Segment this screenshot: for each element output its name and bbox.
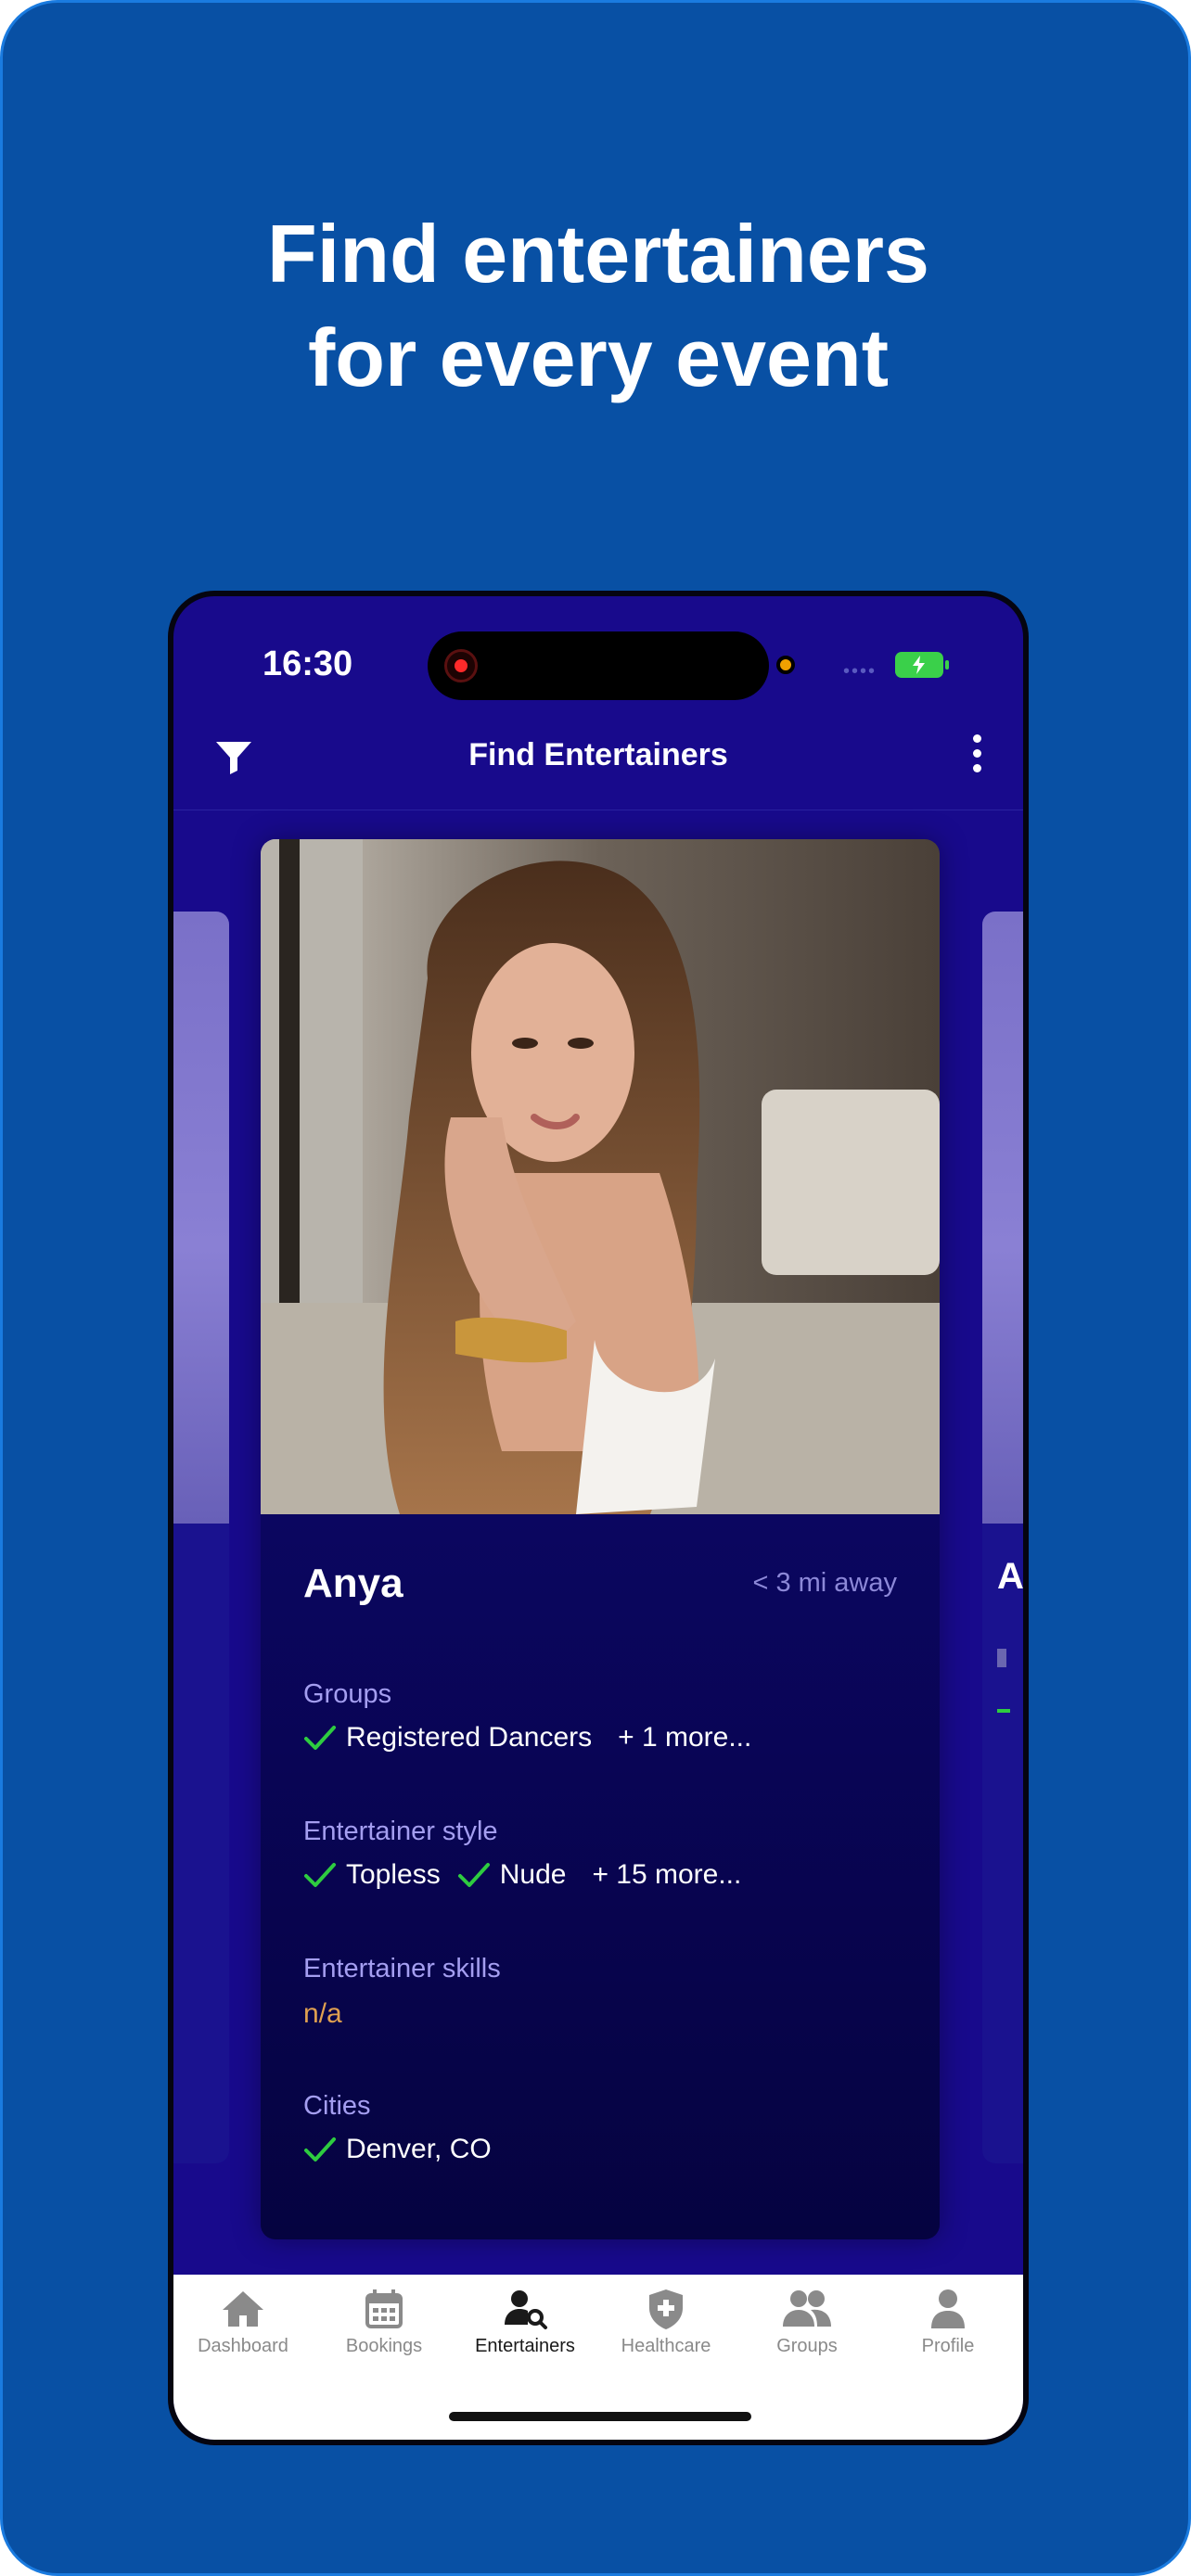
style-item: Nude [499,1859,567,1890]
phone-mockup: 16:30 •••• Find Entertainers y A [168,591,1029,2445]
style-row: Topless Nude + 15 more... [303,1859,741,1891]
group-item: Registered Dancers [346,1722,593,1753]
entertainer-photo [261,839,940,1514]
style-label: Entertainer style [303,1817,498,1846]
tab-label: Groups [776,2336,838,2356]
entertainer-name: Anya [303,1561,403,1606]
more-options-icon[interactable] [967,728,986,784]
check-icon [304,1726,336,1750]
signal-icon: •••• [843,661,877,682]
previous-card[interactable]: y [168,912,229,2163]
tab-groups[interactable]: Groups [737,2288,877,2357]
person-search-icon [505,2290,547,2329]
home-indicator[interactable] [449,2412,751,2421]
check-icon [304,2137,336,2162]
battery-icon [895,652,949,678]
skills-value: n/a [303,1998,342,2029]
person-icon [931,2289,965,2328]
headline-line-2: for every event [307,312,890,403]
tab-label: Dashboard [198,2336,288,2356]
cities-row: Denver, CO [303,2134,492,2165]
app-bar: Find Entertainers [173,708,1023,810]
headline-line-1: Find entertainers [267,208,929,300]
tab-bookings[interactable]: Bookings [314,2288,454,2357]
tab-label: Bookings [345,2336,423,2356]
people-icon [783,2290,831,2327]
recording-indicator-icon [444,649,478,682]
entertainer-card[interactable]: Anya < 3 mi away Groups Registered Dance… [261,839,940,2239]
tab-label: Healthcare [621,2336,711,2356]
dynamic-island [428,631,769,700]
check-icon [304,1863,336,1887]
tab-healthcare[interactable]: Healthcare [596,2288,736,2357]
next-card-text-fragment [997,1649,1006,1667]
next-card[interactable]: A [982,912,1024,2163]
calendar-icon [365,2289,403,2328]
tab-bar: Dashboard Bookings Entertainers Healthca… [173,2275,1023,2440]
tab-label: Profile [921,2336,975,2356]
next-card-peek-text: A [997,1556,1024,1597]
tab-entertainers[interactable]: Entertainers [455,2288,595,2357]
groups-row: Registered Dancers + 1 more... [303,1722,751,1753]
previous-card-peek-text: y [168,1561,170,1590]
promo-frame: Find entertainers for every event 16:30 … [0,0,1191,2576]
style-item: Topless [346,1859,441,1890]
check-icon [457,1863,490,1887]
city-item: Denver, CO [346,2134,492,2164]
page-title: Find Entertainers [468,737,728,772]
shield-plus-icon [649,2289,683,2329]
tab-dashboard[interactable]: Dashboard [173,2288,313,2357]
groups-label: Groups [303,1679,392,1709]
next-card-check-fragment [997,1709,1010,1713]
entertainer-details: Anya < 3 mi away Groups Registered Dance… [261,1514,940,2239]
status-time: 16:30 [263,644,353,683]
cities-label: Cities [303,2091,371,2121]
entertainer-distance: < 3 mi away [752,1568,897,1598]
tab-label: Entertainers [475,2336,575,2356]
headline: Find entertainers for every event [3,202,1188,410]
style-more-link[interactable]: + 15 more... [592,1859,741,1891]
camera-indicator-icon [776,656,795,674]
tab-profile[interactable]: Profile [878,2288,1018,2357]
home-icon [223,2291,263,2327]
next-card-photo [982,912,1023,1524]
groups-more-link[interactable]: + 1 more... [618,1722,751,1753]
previous-card-photo [173,912,229,1524]
status-bar: 16:30 •••• [173,596,1023,708]
skills-label: Entertainer skills [303,1954,501,1983]
